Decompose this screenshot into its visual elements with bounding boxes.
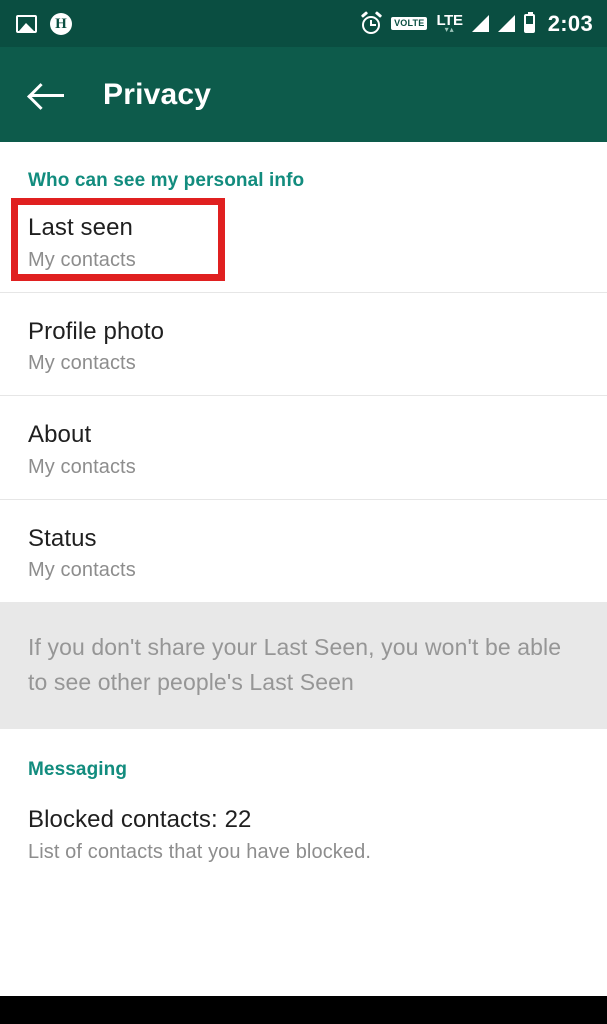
setting-title: Profile photo <box>28 317 165 345</box>
signal-bars-icon-1 <box>471 15 489 32</box>
status-bar-clock: 2:03 <box>547 10 593 36</box>
setting-row-status[interactable]: Status My contacts <box>0 500 607 603</box>
status-bar: H VOLTE LTE ▾▴ 2:03 <box>0 0 607 47</box>
lte-indicator: LTE ▾▴ <box>436 13 463 34</box>
status-bar-left-icons: H <box>16 12 72 35</box>
back-arrow-icon[interactable] <box>30 81 66 109</box>
app-bar: Privacy <box>0 47 607 142</box>
setting-value: My contacts <box>28 455 136 478</box>
photo-icon <box>16 14 37 33</box>
page-title: Privacy <box>103 77 212 111</box>
info-text: If you don't share your Last Seen, you w… <box>28 634 562 695</box>
phone-screen: H VOLTE LTE ▾▴ 2:03 Privacy Who can see … <box>0 0 607 1024</box>
last-seen-info-block: If you don't share your Last Seen, you w… <box>0 602 607 730</box>
setting-value: My contacts <box>28 352 136 375</box>
h-circle-icon: H <box>50 12 72 35</box>
setting-value: List of contacts that you have blocked. <box>28 840 371 863</box>
setting-value: My contacts <box>28 559 136 582</box>
setting-row-about[interactable]: About My contacts <box>0 396 607 499</box>
setting-row-last-seen[interactable]: Last seen My contacts <box>0 192 607 292</box>
system-navigation-bar <box>0 996 607 1024</box>
setting-title: About <box>28 421 92 449</box>
section-header-personal-info: Who can see my personal info <box>28 170 305 191</box>
setting-value: My contacts <box>28 248 136 271</box>
volte-badge: VOLTE <box>391 17 428 30</box>
setting-title: Blocked contacts: 22 <box>28 806 252 834</box>
setting-title: Status <box>28 524 97 552</box>
battery-icon <box>523 12 535 33</box>
alarm-icon <box>360 11 383 34</box>
data-arrows-icon: ▾▴ <box>444 25 455 34</box>
settings-content: Who can see my personal info Last seen M… <box>0 142 607 884</box>
section-header-messaging: Messaging <box>28 759 128 781</box>
setting-title: Last seen <box>28 214 133 241</box>
signal-bars-icon-2 <box>497 15 515 32</box>
status-bar-right-icons: VOLTE LTE ▾▴ 2:03 <box>360 10 593 37</box>
setting-row-blocked-contacts[interactable]: Blocked contacts: 22 List of contacts th… <box>0 781 607 884</box>
setting-row-profile-photo[interactable]: Profile photo My contacts <box>0 293 607 396</box>
